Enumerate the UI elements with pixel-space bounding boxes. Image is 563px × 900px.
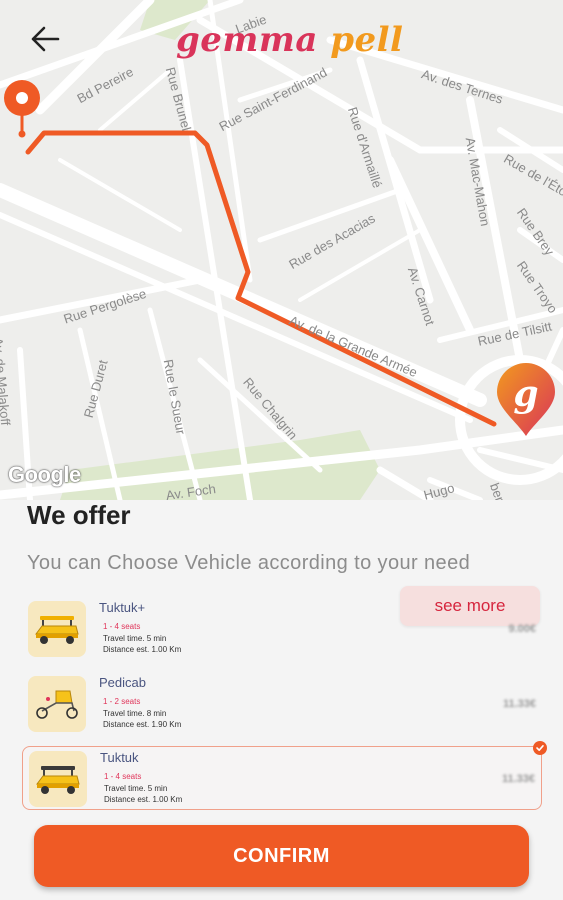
tuktuk-icon bbox=[29, 751, 87, 807]
vehicle-option-tuktuk[interactable]: Tuktuk 1 - 4 seats Travel time. 5 min Di… bbox=[22, 741, 547, 810]
brand-logo: gemma pell bbox=[176, 20, 403, 60]
vehicle-option-pedicab[interactable]: Pedicab 1 - 2 seats Travel time. 8 min D… bbox=[22, 672, 542, 736]
vehicle-price: 11.33€ bbox=[501, 773, 535, 785]
vehicle-price: 11.33€ bbox=[502, 698, 536, 710]
vehicle-distance: Distance est. 1.90 Km bbox=[103, 720, 182, 729]
back-button[interactable] bbox=[30, 26, 74, 66]
tuktuk-icon bbox=[28, 601, 86, 657]
check-icon bbox=[533, 741, 547, 755]
vehicle-distance: Distance est. 1.00 Km bbox=[103, 645, 182, 654]
vehicle-travel-time: Travel time. 5 min bbox=[103, 634, 167, 643]
google-attribution: Google bbox=[8, 462, 81, 487]
vehicle-seats: 1 - 2 seats bbox=[103, 697, 141, 706]
brand-part-2: pell bbox=[330, 20, 404, 60]
vehicle-name: Pedicab bbox=[99, 675, 146, 690]
sheet-title: We offer bbox=[27, 500, 131, 530]
map-view[interactable]: Bd Pereire Rue Brunel Rue Saint-Ferdinan… bbox=[0, 0, 563, 500]
vehicle-seats: 1 - 4 seats bbox=[104, 772, 142, 781]
vehicle-sheet: We offer You can Choose Vehicle accordin… bbox=[0, 500, 563, 900]
brand-part-1: gemma bbox=[176, 20, 318, 60]
vehicle-name: Tuktuk+ bbox=[99, 600, 146, 615]
vehicle-name: Tuktuk bbox=[100, 750, 139, 765]
vehicle-price: 9.00€ bbox=[508, 623, 536, 635]
sheet-subtitle: You can Choose Vehicle according to your… bbox=[27, 552, 471, 574]
vehicle-distance: Distance est. 1.00 Km bbox=[104, 795, 183, 804]
vehicle-travel-time: Travel time. 5 min bbox=[104, 784, 168, 793]
pedicab-icon bbox=[28, 676, 86, 732]
arrow-left-icon bbox=[31, 26, 60, 52]
confirm-button[interactable]: CONFIRM bbox=[34, 825, 529, 887]
vehicle-seats: 1 - 4 seats bbox=[103, 622, 141, 631]
vehicle-travel-time: Travel time. 8 min bbox=[103, 709, 167, 718]
svg-text:g: g bbox=[513, 373, 538, 415]
vehicle-option-tuktuk-plus[interactable]: Tuktuk+ 1 - 4 seats Travel time. 5 min D… bbox=[22, 597, 542, 661]
